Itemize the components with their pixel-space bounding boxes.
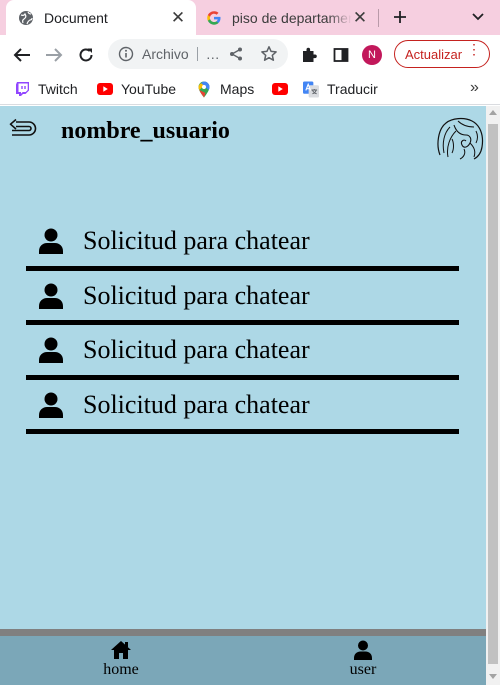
nav-home[interactable]: home	[81, 640, 161, 679]
bookmark-youtube[interactable]: YouTube	[97, 79, 176, 99]
twitch-icon	[14, 81, 30, 97]
bookmarks-overflow-button[interactable]: »	[470, 79, 479, 97]
bookmark-label: Twitch	[38, 81, 78, 97]
chat-request-item[interactable]: Solicitud para chatear	[26, 216, 459, 271]
nav-home-label: home	[103, 661, 139, 678]
tab-close-button[interactable]: ✕	[170, 9, 186, 26]
share-icon[interactable]	[228, 46, 244, 67]
bookmark-label: Maps	[220, 81, 255, 97]
extensions-button[interactable]	[296, 42, 322, 68]
user-icon	[39, 283, 63, 309]
chat-request-item[interactable]: Solicitud para chatear	[26, 380, 459, 434]
side-panel-icon	[333, 48, 349, 62]
update-label: Actualizar	[405, 46, 463, 62]
user-icon	[39, 337, 63, 363]
globe-icon	[18, 10, 34, 26]
chat-request-label: Solicitud para chatear	[83, 226, 310, 255]
tab-title: piso de departamento	[232, 9, 352, 26]
nav-user-label: user	[349, 661, 377, 678]
google-g-icon	[206, 10, 222, 26]
chevron-down-icon	[472, 13, 484, 21]
tab-search-button[interactable]	[466, 5, 490, 29]
youtube-icon	[97, 81, 113, 97]
chat-request-label: Solicitud para chatear	[83, 389, 310, 419]
info-icon[interactable]	[118, 46, 134, 62]
user-icon	[39, 228, 63, 254]
bookmark-youtube-2[interactable]	[272, 79, 296, 99]
bookmark-label: YouTube	[121, 81, 177, 97]
bottom-nav: home user	[0, 629, 486, 685]
chat-request-label: Solicitud para chatear	[83, 280, 310, 310]
chat-request-item[interactable]: Solicitud para chatear	[26, 325, 459, 380]
youtube-icon	[272, 81, 288, 97]
user-icon	[39, 392, 63, 418]
chat-request-list: Solicitud para chatear Solicitud para ch…	[26, 216, 459, 434]
bookmark-twitch[interactable]: Twitch	[14, 79, 78, 99]
tab-separator	[378, 9, 379, 27]
home-icon	[111, 641, 131, 659]
arrow-left-icon	[13, 48, 30, 62]
star-icon[interactable]	[260, 45, 278, 68]
url-text: …	[205, 46, 220, 62]
logo-icon	[434, 115, 486, 161]
scrollbar-thumb[interactable]	[488, 124, 498, 664]
vertical-scrollbar[interactable]	[486, 106, 500, 685]
reload-button[interactable]	[73, 42, 99, 68]
back-arrow-icon[interactable]	[8, 118, 38, 142]
bookmark-maps[interactable]: Maps	[196, 79, 254, 99]
page-title-username: nombre_usuario	[61, 118, 230, 144]
chat-request-item[interactable]: Solicitud para chatear	[26, 271, 459, 325]
back-button[interactable]	[9, 42, 35, 68]
kebab-menu-icon[interactable]: ⋮	[467, 42, 481, 56]
tab-strip: Document ✕ piso de departamento ✕	[0, 0, 500, 35]
browser-toolbar: Archivo … N Actualizar ⋮	[0, 35, 500, 73]
scheme-label: Archivo	[142, 46, 189, 62]
update-button[interactable]: Actualizar ⋮	[394, 40, 490, 68]
scroll-up-arrow-icon[interactable]	[489, 110, 497, 115]
tab-title: Document	[44, 9, 108, 26]
app-page: nombre_usuario Solicitud para chatear So…	[0, 106, 486, 685]
tab-close-button[interactable]: ✕	[352, 9, 368, 26]
nav-user[interactable]: user	[323, 640, 403, 679]
reload-icon	[79, 48, 93, 62]
tab-piso[interactable]: piso de departamento ✕	[198, 0, 378, 35]
arrow-right-icon	[46, 48, 63, 62]
translate-icon	[303, 81, 319, 97]
plus-icon	[394, 11, 406, 23]
bookmark-label: Traducir	[327, 81, 378, 97]
bookmarks-bar: Twitch YouTube Maps Traducir »	[0, 73, 500, 105]
scroll-down-arrow-icon[interactable]	[489, 674, 497, 679]
tab-document[interactable]: Document ✕	[6, 0, 196, 35]
address-bar[interactable]: Archivo …	[108, 39, 288, 69]
user-icon	[354, 640, 372, 660]
maps-pin-icon	[196, 81, 212, 97]
omnibox-divider	[196, 47, 198, 61]
bookmark-traducir[interactable]: Traducir	[303, 79, 378, 99]
puzzle-icon	[303, 47, 317, 62]
side-panel-button[interactable]	[328, 42, 354, 68]
profile-avatar[interactable]: N	[362, 45, 382, 65]
new-tab-button[interactable]	[388, 5, 412, 29]
chat-request-label: Solicitud para chatear	[83, 335, 310, 364]
forward-button[interactable]	[41, 42, 67, 68]
